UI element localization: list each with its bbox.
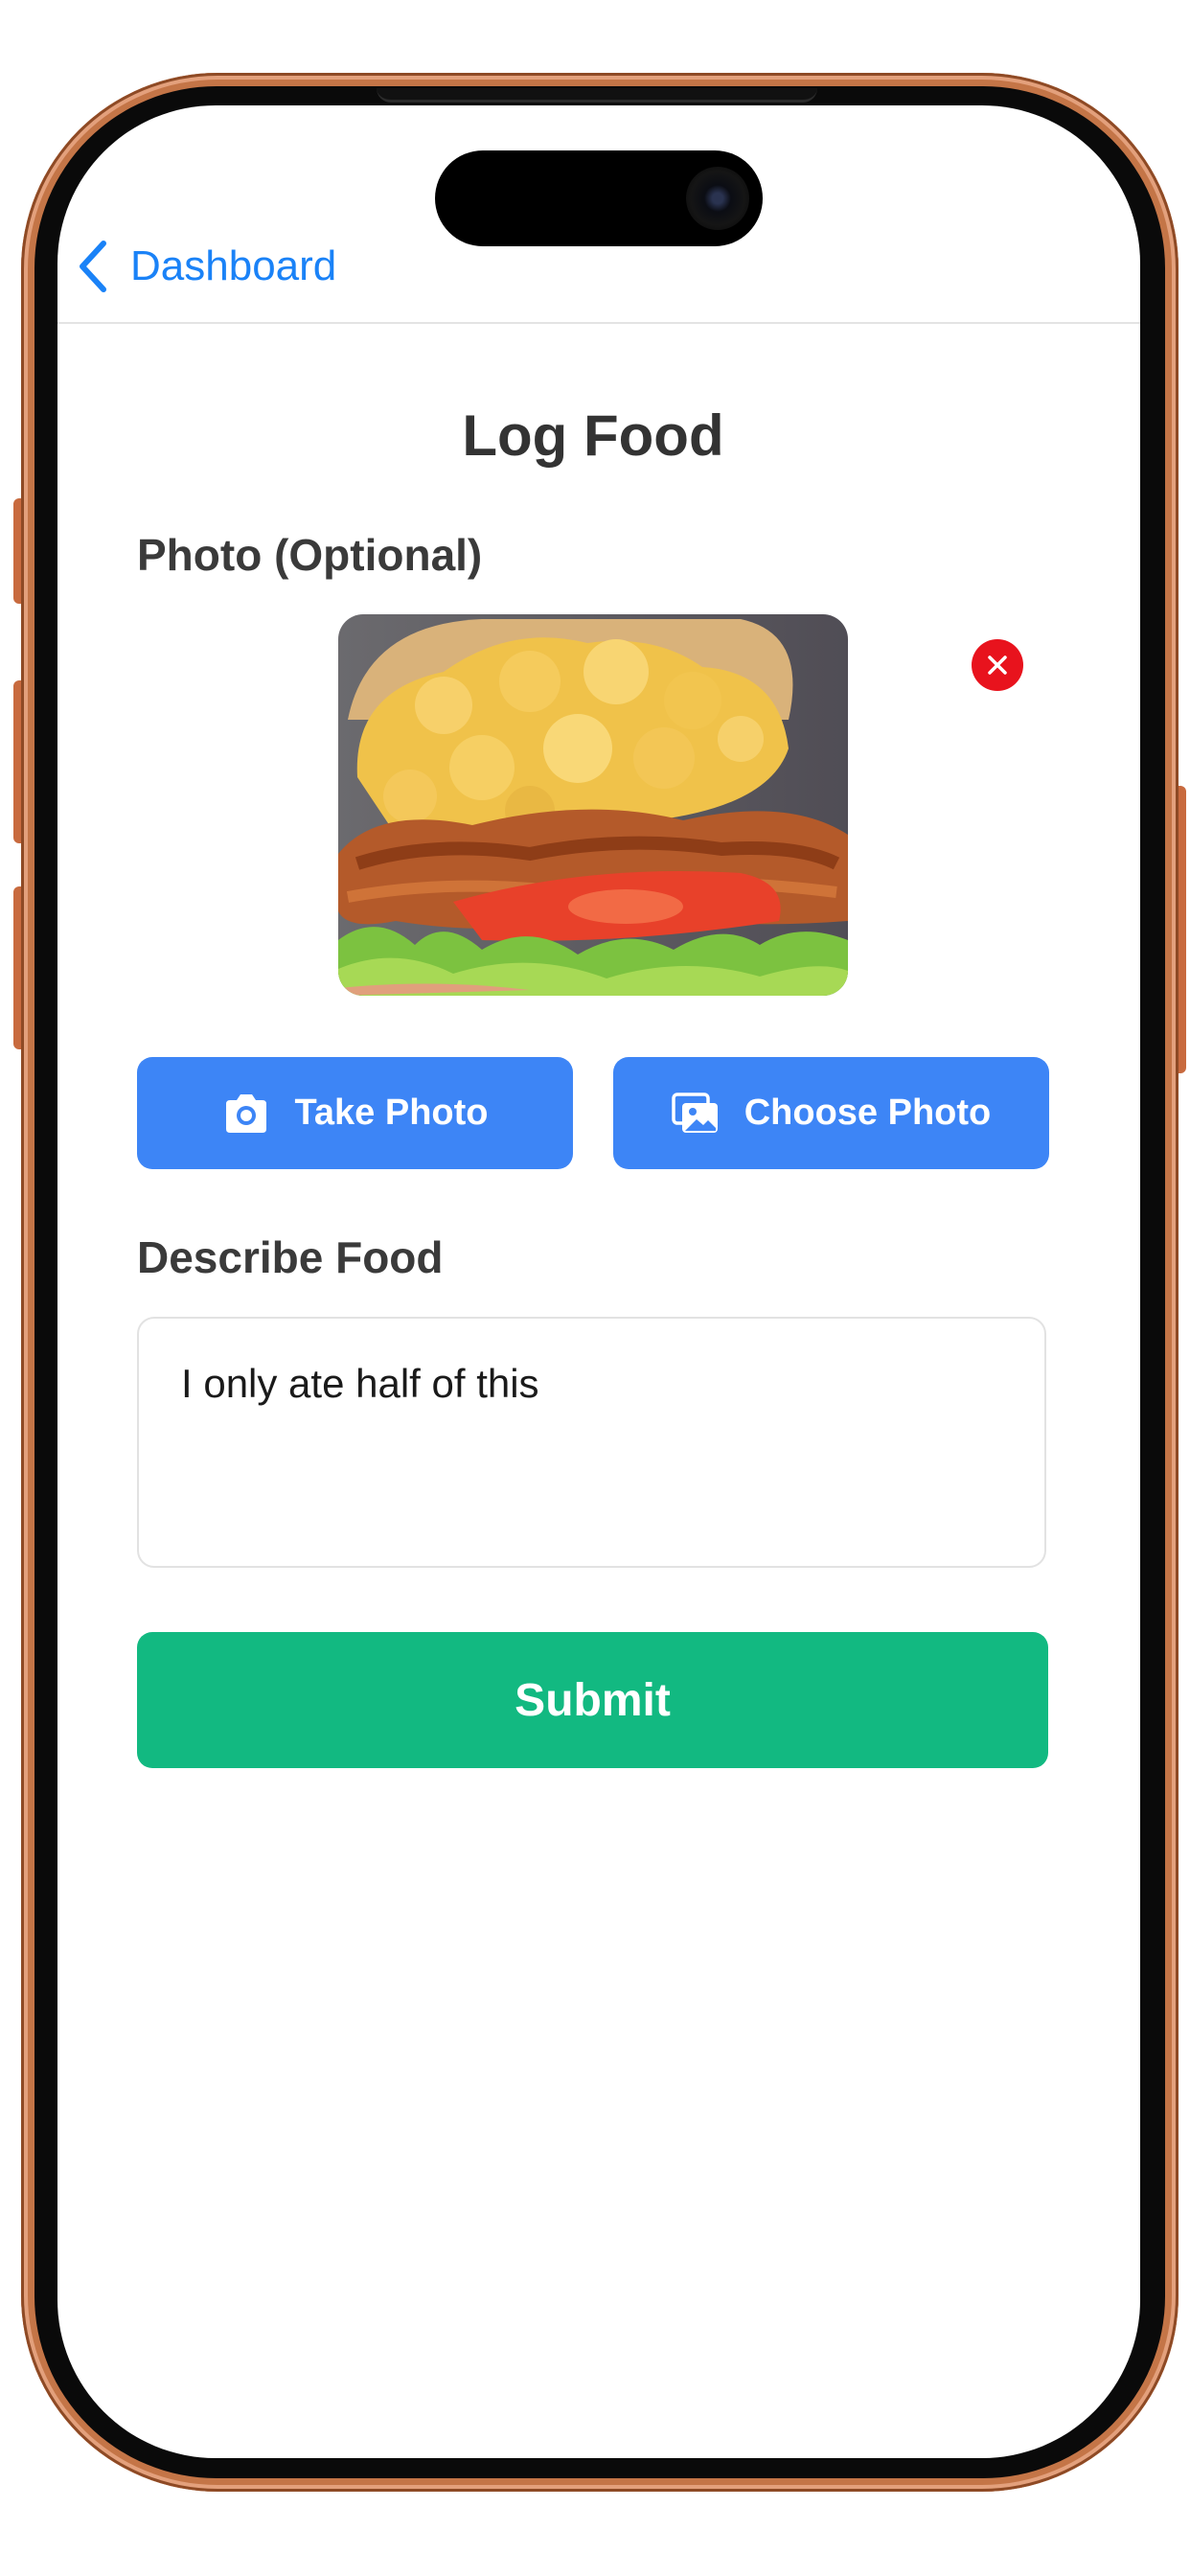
- photo-section-label: Photo (Optional): [137, 530, 483, 580]
- chevron-left-icon: [80, 241, 106, 292]
- choose-photo-button[interactable]: Choose Photo: [613, 1057, 1049, 1169]
- camera-icon: [225, 1093, 266, 1133]
- describe-food-label: Describe Food: [137, 1232, 444, 1282]
- close-icon: [988, 656, 1007, 675]
- food-photo: [338, 614, 848, 996]
- page-title: Log Food: [462, 403, 724, 468]
- take-photo-button[interactable]: Take Photo: [137, 1057, 573, 1169]
- speaker-grille: [377, 88, 817, 103]
- nav-divider: [57, 322, 1140, 324]
- remove-photo-button[interactable]: [972, 639, 1023, 691]
- describe-food-input[interactable]: I only ate half of this: [137, 1317, 1046, 1568]
- photo-library-icon: [671, 1092, 718, 1133]
- back-button-label: Dashboard: [130, 242, 337, 289]
- choose-photo-label: Choose Photo: [744, 1092, 992, 1133]
- submit-button[interactable]: Submit: [137, 1632, 1048, 1768]
- take-photo-label: Take Photo: [294, 1092, 489, 1133]
- camera-lens-icon: [686, 167, 749, 230]
- back-button[interactable]: Dashboard: [77, 233, 336, 300]
